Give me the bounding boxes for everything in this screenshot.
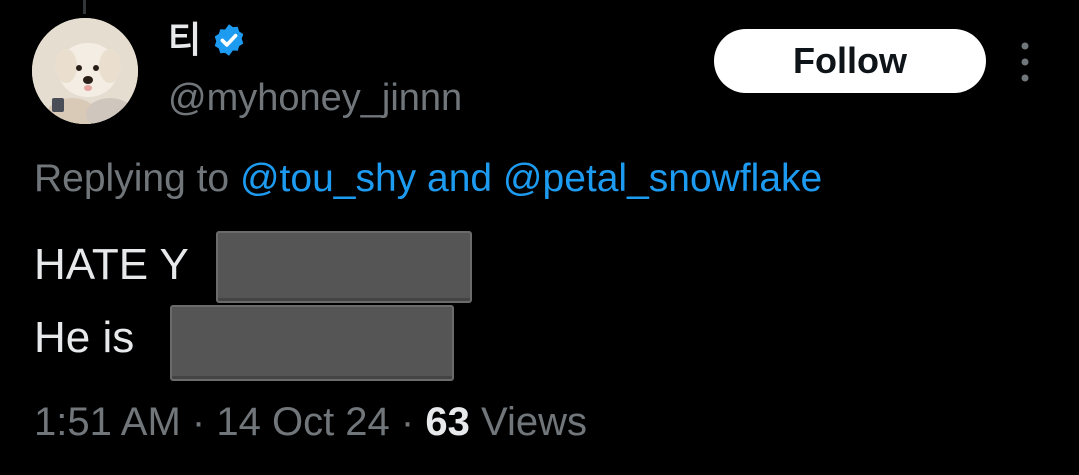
follow-button[interactable]: Follow bbox=[714, 29, 986, 93]
thread-connector-line bbox=[83, 0, 86, 14]
meta-separator: · bbox=[400, 400, 415, 444]
more-vertical-icon[interactable] bbox=[1013, 40, 1037, 84]
tweet-time[interactable]: 1:51 AM bbox=[34, 400, 181, 444]
author-display-name[interactable]: 티 bbox=[168, 16, 201, 64]
tweet-date[interactable]: 14 Oct 24 bbox=[216, 400, 389, 444]
replying-to-label: Replying to bbox=[34, 157, 230, 200]
redaction-box bbox=[216, 231, 472, 303]
author-handle[interactable]: @myhoney_jinnn bbox=[168, 74, 462, 122]
views-label[interactable]: Views bbox=[481, 400, 587, 444]
replying-to-line: Replying to @tou_shy and @petal_snowflak… bbox=[34, 154, 822, 204]
redaction-box bbox=[170, 305, 454, 381]
tweet-meta-line: 1:51 AM · 14 Oct 24 · 63 Views bbox=[34, 396, 587, 448]
meta-separator: · bbox=[191, 400, 206, 444]
mention-conjunction[interactable]: and bbox=[427, 157, 492, 200]
mention-link-petal-snowflake[interactable]: @petal_snowflake bbox=[503, 157, 822, 200]
mention-link-tou-shy[interactable]: @tou_shy bbox=[240, 157, 416, 200]
dog-photo-avatar-icon bbox=[32, 18, 138, 124]
author-name-row: 티 bbox=[168, 16, 247, 64]
tweet-text-line-2: He is bbox=[34, 313, 135, 362]
avatar[interactable] bbox=[32, 18, 138, 124]
views-count[interactable]: 63 bbox=[425, 400, 470, 444]
tweet-text-line-1: HATE Y bbox=[34, 240, 189, 289]
verified-badge-icon bbox=[214, 24, 244, 56]
